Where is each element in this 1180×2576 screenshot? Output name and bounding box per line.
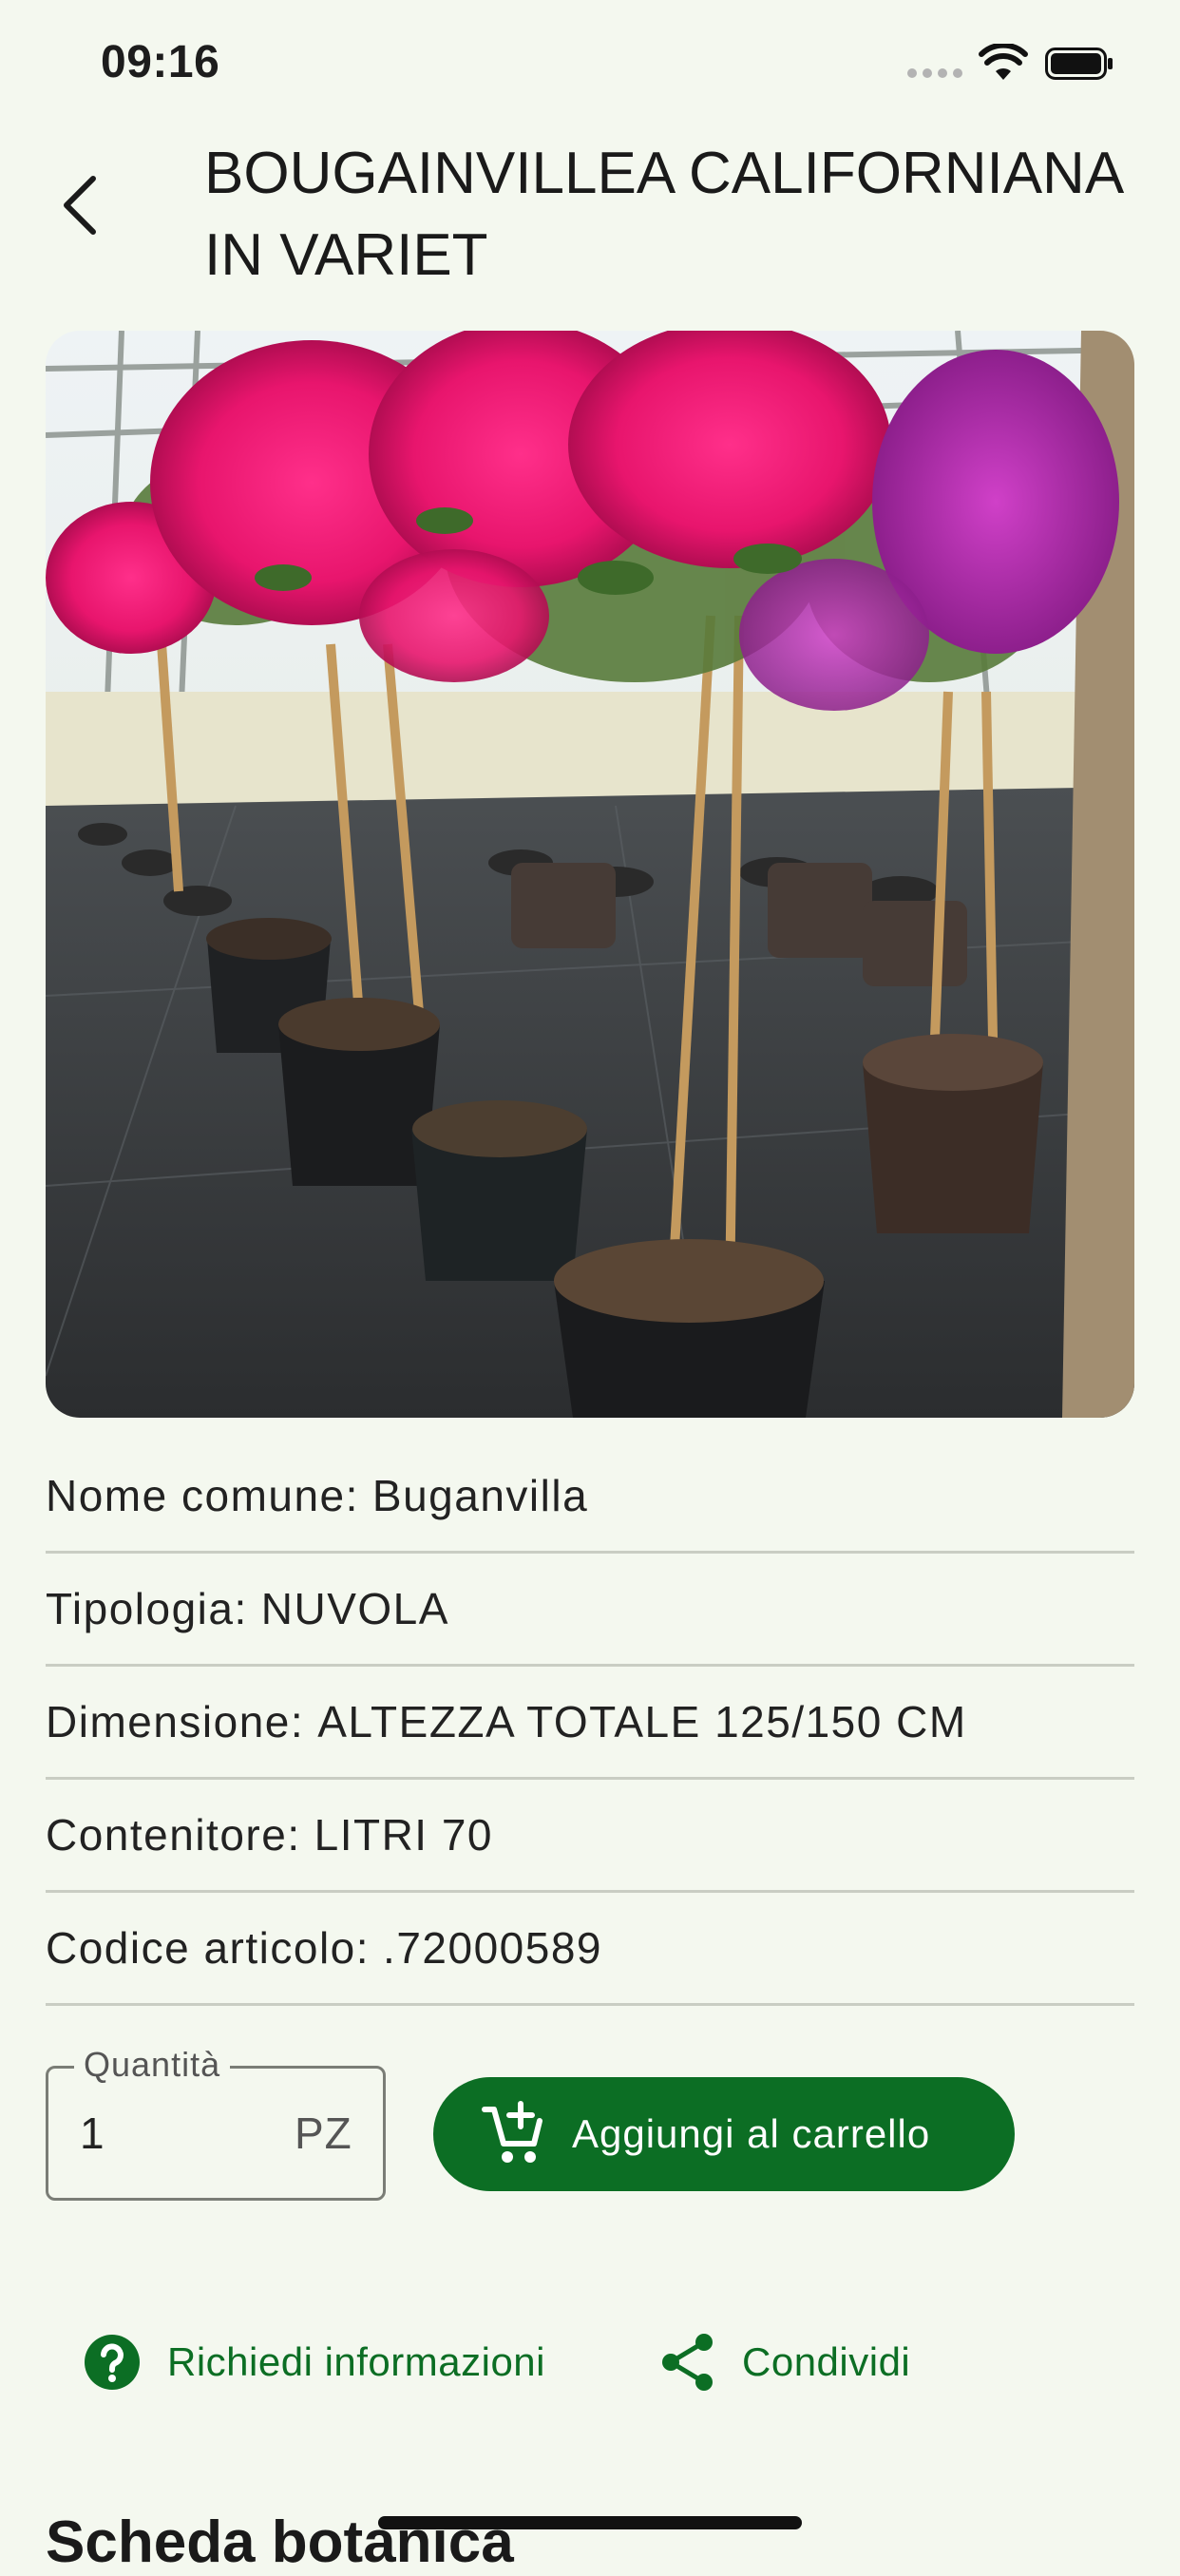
signal-icon (907, 68, 962, 78)
detail-value: .72000589 (383, 1923, 602, 1973)
request-info-label: Richiedi informazioni (167, 2339, 545, 2384)
share-button[interactable]: Condividi (660, 2324, 910, 2400)
product-image (46, 331, 1134, 1418)
detail-row-common-name: Nome comune: Buganvilla (46, 1441, 1134, 1554)
home-indicator[interactable] (378, 2516, 802, 2529)
detail-row-size: Dimensione: ALTEZZA TOTALE 125/150 CM (46, 1667, 1134, 1780)
detail-value: LITRI 70 (314, 1810, 494, 1860)
status-time: 09:16 (101, 37, 220, 87)
detail-label: Tipologia: (46, 1584, 248, 1633)
add-to-cart-label: Aggiungi al carrello (572, 2111, 931, 2156)
battery-icon (1045, 48, 1113, 80)
product-details: Nome comune: Buganvilla Tipologia: NUVOL… (46, 1441, 1134, 2006)
add-to-cart-button[interactable]: Aggiungi al carrello (433, 2077, 1015, 2191)
detail-label: Contenitore: (46, 1810, 301, 1860)
detail-value: NUVOLA (260, 1584, 449, 1633)
request-info-button[interactable]: Richiedi informazioni (84, 2324, 545, 2400)
detail-row-article-code: Codice articolo: .72000589 (46, 1893, 1134, 2006)
share-icon (662, 2334, 713, 2391)
detail-value: ALTEZZA TOTALE 125/150 CM (317, 1697, 967, 1746)
detail-label: Codice articolo: (46, 1923, 371, 1973)
detail-label: Nome comune: (46, 1471, 359, 1520)
share-label: Condividi (742, 2339, 911, 2384)
detail-label: Dimensione: (46, 1697, 305, 1746)
quantity-value[interactable]: 1 (80, 2108, 105, 2159)
wifi-icon (979, 44, 1028, 80)
add-cart-icon (482, 2101, 542, 2163)
quantity-label: Quantità (74, 2045, 231, 2085)
detail-value: Buganvilla (371, 1471, 589, 1520)
help-circle-icon (85, 2335, 140, 2390)
page-title: BOUGAINVILLEA CALIFORNIANA IN VARIET (204, 141, 1121, 288)
quantity-unit: PZ (295, 2109, 352, 2158)
back-button[interactable] (49, 167, 110, 243)
detail-row-type: Tipologia: NUVOLA (46, 1554, 1134, 1667)
back-chevron-icon (64, 176, 96, 235)
detail-row-container: Contenitore: LITRI 70 (46, 1780, 1134, 1893)
